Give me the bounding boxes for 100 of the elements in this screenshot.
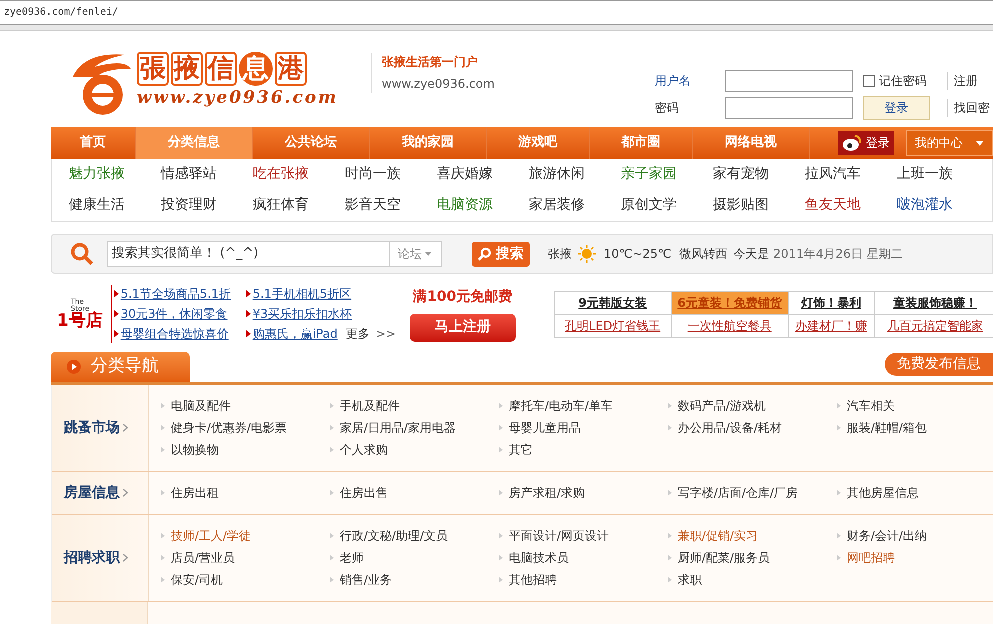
bullet-icon (246, 290, 251, 298)
category-link[interactable]: 财务/会计/出纳 (847, 527, 928, 545)
register-link[interactable]: 注册 (947, 72, 993, 90)
category-title[interactable]: 跳蚤市场 (64, 418, 120, 438)
sub-nav-link[interactable]: 拉风汽车 (805, 164, 897, 185)
category-title[interactable]: 招聘求职 (64, 548, 120, 568)
sub-nav-link[interactable]: 吃在张掖 (253, 164, 345, 185)
category-link[interactable]: 厨师/配菜/服务员 (678, 549, 770, 567)
category-link[interactable]: 服装/鞋帽/箱包 (847, 419, 928, 437)
category-link[interactable]: 行政/文秘/助理/文员 (340, 527, 448, 545)
sub-nav-link[interactable]: 电脑资源 (437, 195, 529, 216)
ad-link[interactable]: 一次性航空餐具 (672, 314, 789, 338)
category-link[interactable]: 其他招聘 (509, 571, 557, 589)
weibo-login-button[interactable]: 登录 (838, 131, 894, 155)
sub-nav-link[interactable]: 家居装修 (529, 195, 621, 216)
category-link[interactable]: 个人求购 (340, 441, 388, 459)
category-link[interactable]: 手机及配件 (340, 397, 400, 415)
sub-nav-link[interactable]: 亲子家园 (621, 164, 713, 185)
ad-link[interactable]: 9元韩版女装 (554, 292, 672, 314)
ad-link[interactable]: 孔明LED灯省钱王 (554, 314, 672, 338)
promo-link[interactable]: 5.1手机相机5折区 (252, 285, 352, 303)
category-link[interactable]: 以物换物 (171, 441, 219, 459)
username-field[interactable] (725, 70, 853, 92)
sub-nav-link[interactable]: 魅力张掖 (69, 164, 161, 185)
sub-nav-link[interactable]: 情感驿站 (161, 164, 253, 185)
sub-nav-link[interactable]: 投资理财 (161, 195, 253, 216)
sub-nav-link[interactable]: 家有宠物 (713, 164, 805, 185)
bullet-icon (499, 490, 503, 496)
remember-label: 记住密码 (879, 72, 927, 90)
bullet-icon (330, 425, 334, 431)
category-link[interactable]: 汽车相关 (847, 397, 895, 415)
bullet-icon (114, 290, 119, 298)
category-title[interactable]: 房屋信息 (64, 482, 120, 504)
category-link[interactable]: 技师/工人/学徒 (171, 527, 252, 545)
bullet-icon (837, 533, 841, 539)
category-link[interactable]: 其它 (509, 441, 533, 459)
category-link[interactable]: 数码产品/游戏机 (678, 397, 766, 415)
bullet-icon (161, 555, 165, 561)
category-link[interactable]: 母婴儿童用品 (509, 419, 581, 437)
category-link[interactable]: 兼职/促销/实习 (678, 527, 758, 545)
login-button[interactable]: 登录 (863, 96, 930, 120)
sub-nav-link[interactable]: 疯狂体育 (253, 195, 345, 216)
date-prefix: 今天是 (734, 246, 770, 263)
category-link[interactable]: 住房出售 (340, 484, 388, 502)
date-text: 2011年4月26日 星期二 (774, 246, 903, 263)
category-link[interactable]: 健身卡/优惠券/电影票 (171, 419, 288, 437)
category-link[interactable]: 家居/日用品/家用电器 (340, 419, 456, 437)
sub-nav-link[interactable]: 啵泡灌水 (897, 195, 989, 216)
sub-nav-link[interactable]: 摄影贴图 (713, 195, 805, 216)
category-link[interactable]: 销售/业务 (340, 571, 392, 589)
sub-nav-link[interactable]: 鱼友天地 (805, 195, 897, 216)
bullet-icon (837, 425, 841, 431)
category-link[interactable]: 老师 (340, 549, 364, 567)
category-link[interactable]: 住房出租 (171, 484, 219, 502)
category-link[interactable]: 求职 (678, 571, 702, 589)
more-link[interactable]: 更多 (346, 325, 370, 343)
category-link[interactable]: 平面设计/网页设计 (509, 527, 610, 545)
category-link[interactable]: 房产求租/求购 (509, 484, 586, 502)
promo-link[interactable]: 5.1节全场商品5.1折 (120, 285, 232, 303)
sub-nav-link[interactable]: 上班一族 (897, 164, 989, 185)
weather-city: 张掖 (548, 246, 572, 263)
my-center-dropdown[interactable]: 我的中心 (906, 130, 993, 156)
sub-nav-link[interactable]: 影音天空 (345, 195, 437, 216)
recover-password-link[interactable]: 找回密 (947, 98, 993, 116)
register-now-button[interactable]: 马上注册 (410, 314, 516, 342)
url-text: zye0936.com/fenlei/ (4, 6, 118, 20)
bullet-icon (246, 310, 251, 318)
site-logo[interactable]: 張掖信息港 www.zye0936.com (65, 47, 365, 117)
password-field[interactable] (725, 96, 853, 118)
ad-link[interactable]: 童装服饰稳赚！ (874, 292, 993, 314)
bullet-icon (499, 425, 503, 431)
remember-checkbox[interactable] (863, 74, 875, 86)
ad-link[interactable]: 灯饰！暴利 (788, 292, 875, 314)
chevron-icon (123, 489, 128, 497)
promo-link[interactable]: 购惠氏，赢iPad (252, 325, 338, 343)
search-scope-dropdown[interactable]: 论坛 (390, 241, 442, 267)
category-link[interactable]: 店员/营业员 (171, 549, 236, 567)
category-link[interactable]: 写字楼/店面/仓库/厂房 (678, 484, 798, 502)
category-link[interactable]: 电脑技术员 (509, 549, 569, 567)
address-bar[interactable]: zye0936.com/fenlei/ (0, 0, 993, 25)
promo-link[interactable]: ¥3买乐扣乐扣水杯 (252, 305, 352, 323)
bullet-icon (668, 577, 672, 583)
category-link[interactable]: 其他房屋信息 (847, 484, 919, 502)
category-link[interactable]: 摩托车/电动车/单车 (509, 397, 614, 415)
sub-nav-link[interactable]: 时尚一族 (345, 164, 437, 185)
sub-nav-link[interactable]: 健康生活 (69, 195, 161, 216)
category-link[interactable]: 保安/司机 (171, 571, 224, 589)
bullet-icon (837, 490, 841, 496)
bullet-icon (668, 490, 672, 496)
category-link[interactable]: 电脑及配件 (171, 397, 231, 415)
sub-nav-link[interactable]: 喜庆婚嫁 (437, 164, 529, 185)
promo-link[interactable]: 母婴组合特选惊喜价 (120, 325, 229, 343)
sub-nav-link[interactable]: 旅游休闲 (529, 164, 621, 185)
promo-link[interactable]: 30元3件，休闲零食 (120, 305, 228, 323)
ad-link[interactable]: 几百元搞定智能家 (874, 314, 993, 338)
search-field[interactable]: 搜索其实很简单！ (^_^) (107, 241, 390, 267)
ad-link[interactable]: 办建材厂！赚 (788, 314, 875, 338)
category-link[interactable]: 办公用品/设备/耗材 (678, 419, 782, 437)
category-link[interactable]: 网吧招聘 (847, 549, 895, 567)
sub-nav-link[interactable]: 原创文学 (621, 195, 713, 216)
